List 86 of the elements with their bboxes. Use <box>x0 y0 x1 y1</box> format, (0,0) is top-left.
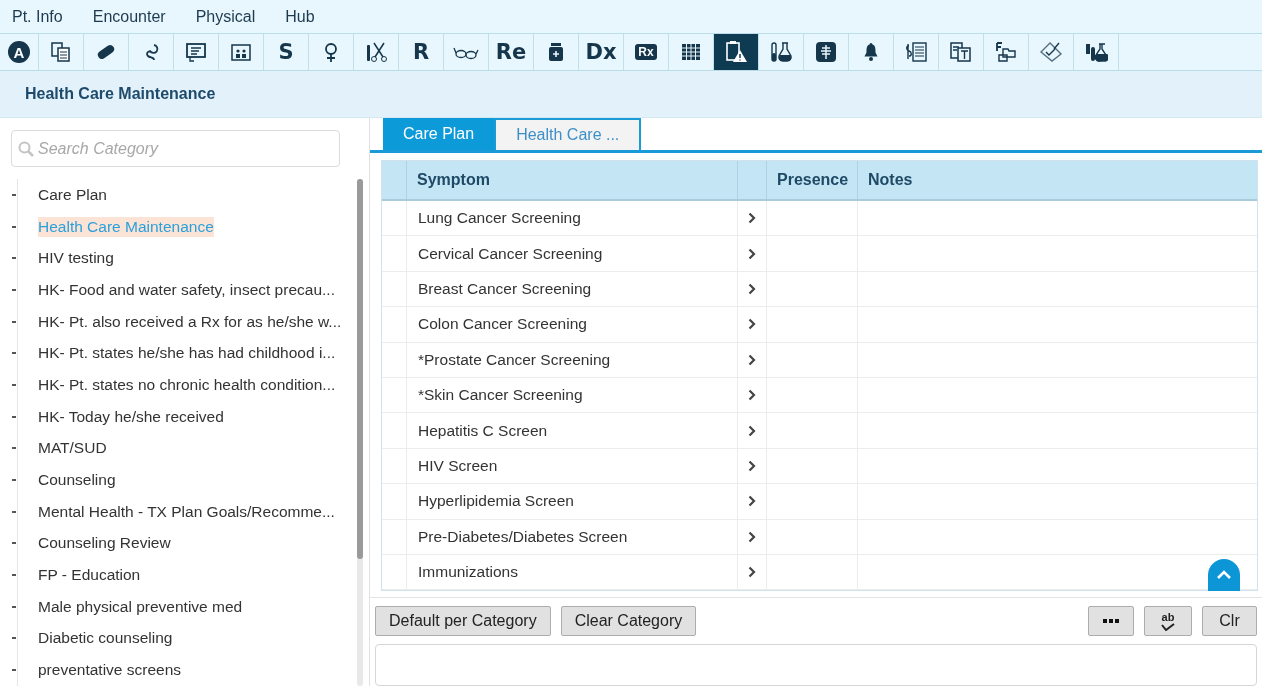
category-item[interactable]: Diabetic counseling <box>38 628 173 649</box>
tubes-flask-icon <box>1084 41 1108 63</box>
test-tube-flask-icon <box>769 41 793 63</box>
category-item[interactable]: HK- Pt. states no chronic health condition... <box>38 374 336 395</box>
page-title: Health Care Maintenance <box>25 85 216 103</box>
toolbar-button[interactable]: Dx <box>579 34 624 70</box>
toolbar-button[interactable]: Rx <box>624 34 669 70</box>
menu-item[interactable]: Hub <box>285 7 315 26</box>
category-item[interactable]: Counseling <box>38 470 116 491</box>
notes-field[interactable] <box>375 644 1257 686</box>
table-cell: Pre-Diabetes/Diabetes Screen <box>407 519 738 554</box>
x-ray-icon <box>815 41 837 63</box>
category-item[interactable]: Male physical preventive med <box>38 596 243 617</box>
category-item[interactable]: Mental Health - TX Plan Goals/Recomme... <box>38 501 335 522</box>
table-cell: Hepatitis C Screen <box>407 413 738 448</box>
toolbar-button[interactable]: S <box>264 34 309 70</box>
category-item[interactable]: FP - Education <box>38 565 141 586</box>
chevron-right-icon[interactable] <box>748 318 756 331</box>
spell-check-button[interactable]: ab <box>1144 606 1192 637</box>
category-item[interactable]: preventative screens <box>38 660 182 681</box>
toolbar-button[interactable] <box>714 34 759 70</box>
table-cell: *Skin Cancer Screening <box>407 377 738 413</box>
checklist-icon <box>1039 41 1063 63</box>
letter-symbol: R <box>412 40 430 64</box>
toolbar-button[interactable]: A <box>0 34 39 70</box>
category-item[interactable]: HK- Pt. also received a Rx for as he/she w... <box>38 311 342 332</box>
category-button[interactable]: Default per Category <box>375 606 551 637</box>
ellipsis-icon <box>1102 619 1120 624</box>
category-item[interactable]: MAT/SUD <box>38 438 107 459</box>
table-cell: Colon Cancer Screening <box>407 307 738 342</box>
letter-symbol: Re <box>495 40 527 64</box>
documents-icon <box>949 41 973 63</box>
category-item[interactable]: HIV testing <box>38 248 114 269</box>
clear-button[interactable]: Clr <box>1202 606 1257 637</box>
chevron-right-icon[interactable] <box>748 530 756 543</box>
scalpel-scissors-icon <box>364 41 388 63</box>
search-field[interactable]: Search Category <box>11 130 340 167</box>
letter-symbol: Dx <box>585 40 617 64</box>
category-item[interactable]: HK- Today he/she received <box>38 406 224 427</box>
column-header: Presence <box>767 161 858 199</box>
column-header: Notes <box>867 170 914 190</box>
chevron-right-icon[interactable] <box>748 389 756 402</box>
scroll-up-button[interactable] <box>1208 559 1240 591</box>
table-cell: Cervical Cancer Screening <box>407 236 738 271</box>
folders-icon <box>994 41 1018 63</box>
chevron-right-icon[interactable] <box>748 353 756 366</box>
menu-item[interactable]: Encounter <box>92 7 166 26</box>
table-cell: Immunizations <box>407 554 738 590</box>
menu-item[interactable]: Physical <box>195 7 256 26</box>
chevron-right-icon[interactable] <box>748 459 756 472</box>
category-item[interactable]: HK- Pt. states he/she has had childhood i... <box>38 343 336 364</box>
column-header: Symptom <box>407 161 738 199</box>
clipboard-warning-icon <box>724 40 748 64</box>
medicine-jar-icon <box>546 41 566 63</box>
chevron-right-icon[interactable] <box>748 282 756 295</box>
scroll-thumb[interactable] <box>357 179 363 559</box>
menu-item[interactable]: Pt. Info <box>12 7 63 26</box>
table-cell: Hyperlipidemia Screen <box>407 484 738 519</box>
chevron-up-icon <box>1216 570 1232 580</box>
chevron-right-icon[interactable] <box>748 424 756 437</box>
table-cell: Breast Cancer Screening <box>407 271 738 307</box>
rx-badge: Rx <box>635 44 657 60</box>
category-item[interactable]: HK- Food and water safety, insect precau... <box>38 279 335 300</box>
chevron-right-icon[interactable] <box>748 247 756 260</box>
category-button[interactable]: Clear Category <box>560 606 697 637</box>
category-item[interactable]: Care Plan <box>38 184 107 205</box>
category-item[interactable]: Counseling Review <box>38 533 171 554</box>
a-symbol: A <box>8 41 30 63</box>
toolbar-button[interactable]: R <box>399 34 444 70</box>
bell-icon <box>862 41 880 63</box>
grid-icon <box>680 41 702 63</box>
documents-icon <box>50 41 72 63</box>
table-cell: Lung Cancer Screening <box>407 201 738 236</box>
toolbar-button[interactable]: Re <box>489 34 534 70</box>
chevron-right-icon[interactable] <box>748 566 756 579</box>
table-cell: HIV Screen <box>407 448 738 484</box>
search-icon <box>17 140 35 158</box>
scrollbar[interactable] <box>357 179 363 686</box>
price-list-icon <box>903 41 929 63</box>
check-icon <box>1160 623 1176 632</box>
monitor-icon <box>185 41 207 63</box>
chevron-right-icon[interactable] <box>748 495 756 508</box>
chevron-right-icon[interactable] <box>748 212 756 225</box>
table-cell: *Prostate Cancer Screening <box>407 342 738 377</box>
letter-symbol: S <box>278 40 294 64</box>
more-button[interactable] <box>1088 606 1134 637</box>
